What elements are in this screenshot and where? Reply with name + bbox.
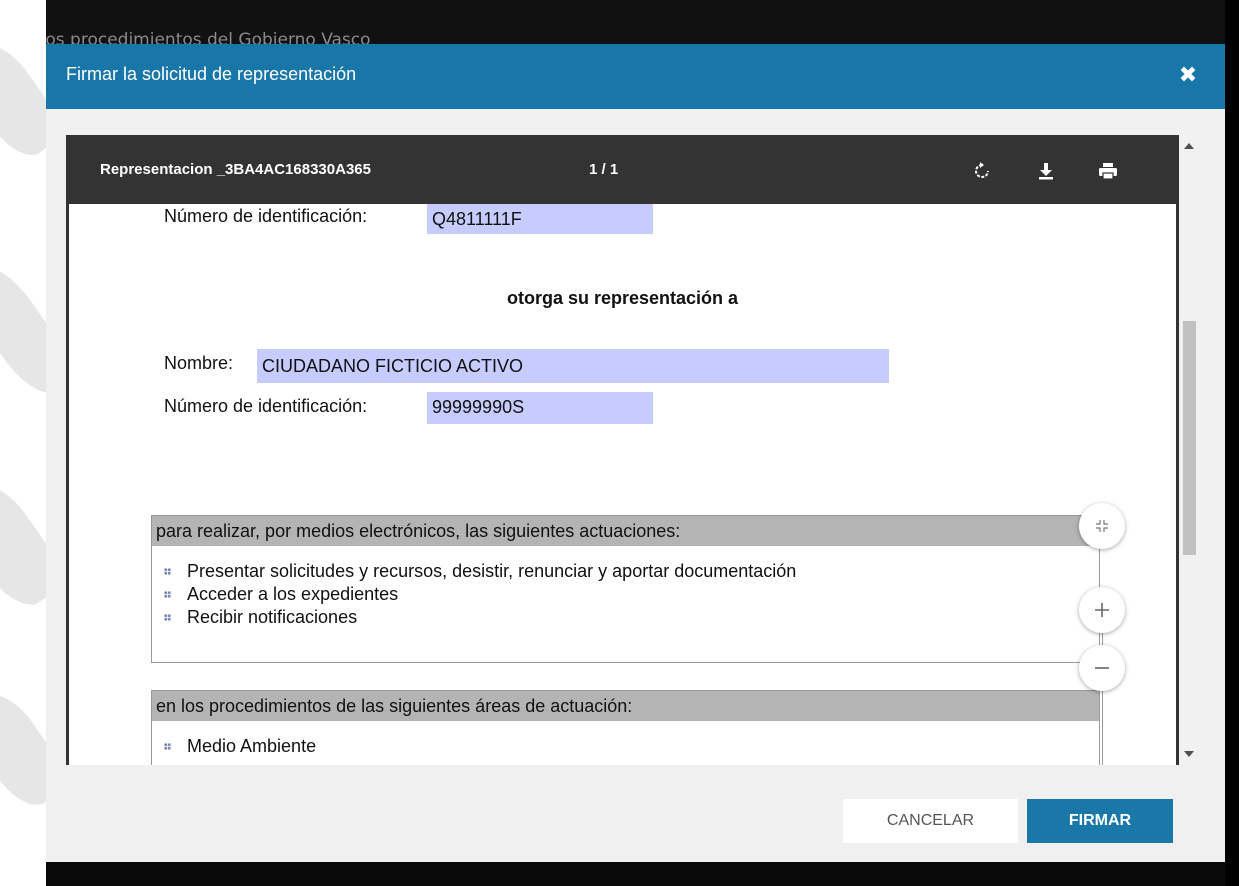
bullet-icon [164, 614, 171, 621]
name-value: CIUDADANO FICTICIO ACTIVO [257, 349, 889, 383]
id-value-1: Q4811111F [427, 204, 653, 234]
bullet-icon [164, 591, 171, 598]
background-page-top: os los procedimientos del Gobierno Vasco [46, 0, 1225, 44]
areas-box: en los procedimientos de las siguientes … [151, 690, 1100, 765]
zoom-in-icon[interactable] [1079, 587, 1125, 633]
list-item: Presentar solicitudes y recursos, desist… [164, 560, 1099, 583]
print-icon[interactable] [1096, 159, 1120, 183]
vertical-scrollbar[interactable] [1179, 135, 1200, 765]
id-label-1: Número de identificación: [164, 206, 368, 226]
pdf-viewer: Representacion _3BA4AC168330A365 1 / 1 N… [66, 135, 1200, 765]
actions-list: Presentar solicitudes y recursos, desist… [152, 546, 1099, 629]
cancel-button[interactable]: CANCELAR [843, 799, 1018, 843]
bullet-icon [164, 568, 171, 575]
fit-page-icon[interactable] [1079, 503, 1125, 549]
modal-header: Firmar la solicitud de representación ✖ [46, 44, 1225, 109]
id-label-2: Número de identificación: [164, 396, 368, 416]
document-name: Representacion _3BA4AC168330A365 [100, 161, 371, 178]
zoom-out-icon[interactable] [1079, 645, 1125, 691]
id-value-2: 99999990S [427, 392, 653, 424]
document-page: Número de identificación: Q4811111F otor… [66, 204, 1179, 765]
scroll-thumb[interactable] [1183, 321, 1196, 555]
rotate-icon[interactable] [970, 159, 994, 183]
scroll-down-icon[interactable] [1184, 751, 1194, 757]
areas-header: en los procedimientos de las siguientes … [152, 691, 1099, 721]
page-indicator: 1 / 1 [589, 161, 619, 178]
list-item: Recibir notificaciones [164, 606, 1099, 629]
name-label: Nombre: [164, 353, 234, 373]
grant-heading: otorga su representación a [506, 288, 739, 308]
download-icon[interactable] [1034, 159, 1058, 183]
actions-box: para realizar, por medios electrónicos, … [151, 515, 1100, 663]
scroll-up-icon[interactable] [1184, 143, 1194, 149]
modal-title: Firmar la solicitud de representación [66, 64, 357, 84]
viewer-toolbar: Representacion _3BA4AC168330A365 1 / 1 [66, 135, 1179, 204]
sign-button[interactable]: FIRMAR [1027, 799, 1173, 843]
background-page-left [0, 0, 46, 886]
areas-list: Medio Ambiente [152, 721, 1099, 758]
actions-header: para realizar, por medios electrónicos, … [152, 516, 1099, 546]
background-text: os los procedimientos del Gobierno Vasco [46, 30, 371, 44]
sign-request-modal: Firmar la solicitud de representación ✖ … [46, 44, 1225, 862]
close-icon[interactable]: ✖ [1171, 58, 1205, 94]
list-item: Acceder a los expedientes [164, 583, 1099, 606]
list-item: Medio Ambiente [164, 735, 1099, 758]
background-page-bottom [46, 862, 1225, 886]
bullet-icon [164, 743, 171, 750]
